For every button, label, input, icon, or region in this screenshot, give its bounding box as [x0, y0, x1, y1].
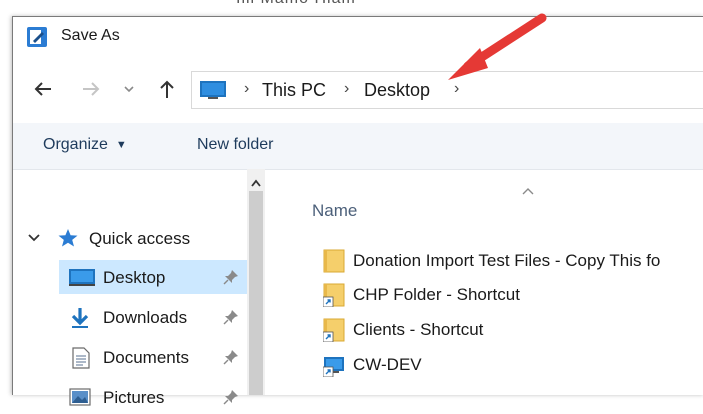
download-icon — [69, 307, 91, 328]
arrow-right-icon[interactable] — [79, 75, 103, 103]
new-folder-button[interactable]: New folder — [197, 136, 273, 154]
save-as-app-icon — [27, 27, 47, 47]
window-title: Save As — [61, 27, 120, 44]
sidebar-item-desktop[interactable]: Desktop — [59, 260, 247, 294]
computer-shortcut-icon — [322, 353, 345, 378]
breadcrumb-this-pc[interactable]: This PC — [262, 80, 326, 101]
navigation-pane-scrollbar[interactable] — [247, 169, 265, 395]
arrow-left-icon[interactable] — [31, 75, 55, 103]
navigation-row: › This PC › Desktop › — [13, 67, 703, 111]
list-item[interactable]: CW-DEV — [309, 349, 703, 381]
arrow-up-icon[interactable] — [155, 75, 179, 103]
this-pc-icon — [200, 81, 226, 99]
file-name: Clients - Shortcut — [353, 320, 484, 339]
desktop-icon — [69, 267, 95, 287]
organize-button[interactable]: Organize ▼ — [43, 136, 127, 154]
folder-icon — [323, 249, 345, 273]
sort-ascending-icon — [521, 183, 535, 195]
nav-item-label: Pictures — [103, 388, 165, 407]
organize-label: Organize — [43, 136, 108, 153]
nav-item-label: Documents — [103, 348, 189, 367]
save-as-dialog: Save As › This PC › Desktop › Organize ▼… — [12, 16, 703, 407]
caret-down-icon: ▼ — [115, 139, 127, 151]
breadcrumb-separator[interactable]: › — [454, 80, 459, 98]
nav-item-label: Desktop — [103, 268, 166, 287]
pin-icon[interactable] — [223, 269, 239, 285]
star-icon — [57, 228, 79, 248]
file-list-pane: Name Donation Import Test Files - Copy T… — [269, 169, 703, 395]
background-window-text: Illl Mamo Hlam — [236, 0, 356, 8]
pin-icon[interactable] — [223, 389, 239, 405]
file-name: Donation Import Test Files - Copy This f… — [353, 251, 661, 270]
pin-icon[interactable] — [223, 309, 239, 325]
chevron-down-icon[interactable] — [121, 75, 137, 103]
pictures-icon — [69, 387, 91, 407]
command-toolbar: Organize ▼ New folder — [13, 123, 703, 170]
nav-item-label: Downloads — [103, 308, 188, 327]
list-item[interactable]: CHP Folder - Shortcut — [309, 279, 703, 311]
list-item[interactable]: Donation Import Test Files - Copy This f… — [309, 245, 703, 277]
chevron-expanded-icon[interactable] — [27, 231, 41, 245]
nav-item-label: Quick access — [89, 229, 191, 248]
folder-shortcut-icon — [322, 318, 345, 343]
column-header-name[interactable]: Name — [312, 201, 357, 221]
nav-item-quick-access[interactable]: Quick access — [13, 221, 247, 255]
address-bar[interactable]: › This PC › Desktop › — [191, 71, 703, 109]
breadcrumb-desktop[interactable]: Desktop — [364, 80, 430, 101]
breadcrumb-separator[interactable]: › — [344, 80, 349, 98]
title-bar[interactable]: Save As — [13, 17, 703, 57]
folder-shortcut-icon — [322, 283, 345, 308]
documents-icon — [71, 347, 93, 369]
sidebar-item-documents[interactable]: Documents — [13, 340, 247, 374]
pin-icon[interactable] — [223, 349, 239, 365]
file-name: CHP Folder - Shortcut — [353, 285, 520, 304]
list-item[interactable]: Clients - Shortcut — [309, 314, 703, 346]
navigation-pane: Quick access Desktop Downloads Documents… — [13, 169, 247, 407]
sidebar-item-downloads[interactable]: Downloads — [13, 300, 247, 334]
scroll-up-icon[interactable] — [250, 175, 262, 187]
file-name: CW-DEV — [353, 355, 422, 374]
sidebar-item-pictures[interactable]: Pictures — [13, 380, 247, 414]
scrollbar-thumb[interactable] — [249, 191, 263, 395]
breadcrumb-separator[interactable]: › — [244, 80, 249, 98]
